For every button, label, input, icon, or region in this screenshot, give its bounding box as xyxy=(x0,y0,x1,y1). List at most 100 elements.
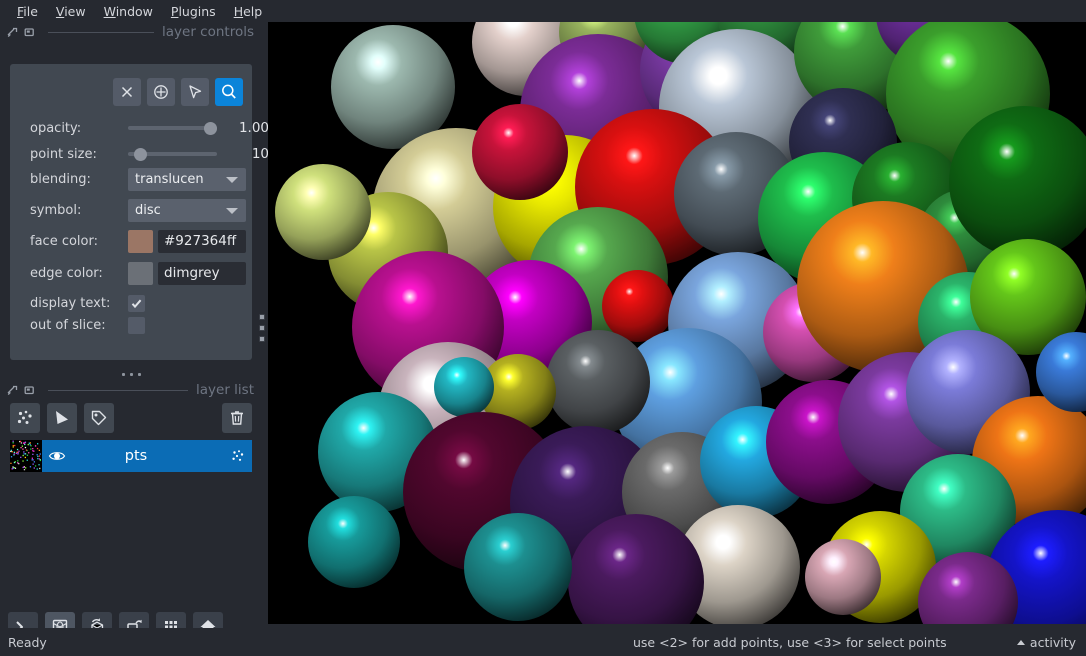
select-points-button[interactable] xyxy=(181,78,209,106)
edge-color-row: edge color: dimgrey xyxy=(30,261,246,285)
splitter-dot xyxy=(259,336,265,342)
pan-zoom-button[interactable] xyxy=(215,78,243,106)
cross-icon xyxy=(121,86,133,98)
eye-icon xyxy=(48,452,66,460)
symbol-combobox[interactable]: disc xyxy=(128,198,246,222)
menu-view-rest: iew xyxy=(64,3,86,19)
canvas-render xyxy=(268,22,1086,624)
menu-help-mnemonic: H xyxy=(233,3,244,19)
menu-help[interactable]: Help xyxy=(225,2,272,21)
activity-button[interactable]: activity xyxy=(1016,635,1076,650)
display-text-row: display text: xyxy=(30,292,242,314)
splitter-dot xyxy=(259,314,265,320)
blending-label: blending: xyxy=(30,171,91,187)
point-size-label: point size: xyxy=(30,146,97,162)
points-icon xyxy=(17,410,32,424)
layer-list-toolbar xyxy=(10,400,252,436)
close-icon[interactable] xyxy=(23,26,36,39)
opacity-value: 1.00 xyxy=(238,120,269,136)
out-of-slice-checkbox[interactable] xyxy=(128,316,145,334)
edge-color-label: edge color: xyxy=(30,265,103,281)
splitter-dot xyxy=(259,325,265,331)
menu-window-rest: indow xyxy=(115,3,153,19)
layer-thumbnail xyxy=(10,440,42,472)
opacity-row: opacity: 1.00 xyxy=(30,117,269,139)
opacity-label: opacity: xyxy=(30,120,82,136)
dock-vertical-splitter[interactable] xyxy=(257,312,267,344)
display-text-label: display text: xyxy=(30,295,111,311)
points-icon xyxy=(232,450,244,461)
chevron-down-icon xyxy=(226,207,238,214)
point-size-slider[interactable] xyxy=(128,146,217,162)
delete-selected-points-button[interactable] xyxy=(113,78,141,106)
point-size-value: 10 xyxy=(251,146,269,162)
float-icon[interactable] xyxy=(6,26,19,39)
points-mode-toolbar xyxy=(113,78,243,106)
layer-controls-titlebar: layer controls xyxy=(0,22,262,42)
cursor-arrow-icon xyxy=(189,85,202,99)
layer-controls-title: layer controls xyxy=(162,24,254,40)
blending-row: blending: translucen xyxy=(30,167,246,191)
point-sphere xyxy=(546,330,650,434)
new-shapes-layer-button[interactable] xyxy=(47,403,77,433)
splitter-dot xyxy=(121,372,125,376)
menu-file[interactable]: File xyxy=(8,2,47,21)
point-sphere xyxy=(472,104,568,200)
face-color-row: face color: #927364ff xyxy=(30,229,246,253)
status-help-text: use <2> for add points, use <3> for sele… xyxy=(633,634,947,650)
layer-name: pts xyxy=(124,448,148,464)
left-dock-area: layer controls opacity: 1.00 point size:… xyxy=(0,22,269,642)
labels-tag-icon xyxy=(91,410,107,426)
menu-view-mnemonic: V xyxy=(55,3,65,19)
point-sphere xyxy=(464,513,572,621)
point-size-slider-handle[interactable] xyxy=(134,148,148,161)
magnifier-icon xyxy=(222,84,236,99)
status-bar: Ready use <2> for add points, use <3> fo… xyxy=(0,628,1086,656)
menu-window[interactable]: Window xyxy=(95,2,162,21)
edge-color-input[interactable]: dimgrey xyxy=(158,261,246,285)
shapes-icon xyxy=(56,411,68,424)
symbol-label: symbol: xyxy=(30,202,82,218)
menu-plugins[interactable]: Plugins xyxy=(162,2,225,21)
float-icon[interactable] xyxy=(6,384,19,397)
opacity-slider-handle[interactable] xyxy=(204,122,217,135)
face-color-swatch[interactable] xyxy=(128,229,153,253)
napari-window: File View Window Plugins Help layer cont… xyxy=(0,0,1086,656)
titlebar-rule xyxy=(48,31,154,33)
spheres-group xyxy=(275,22,1086,624)
titlebar-rule xyxy=(48,389,188,391)
point-sphere xyxy=(434,357,494,417)
menu-view[interactable]: View xyxy=(47,2,95,21)
splitter-dot xyxy=(137,372,141,376)
dock-horizontal-splitter[interactable] xyxy=(10,368,252,380)
blending-value: translucen xyxy=(135,171,204,187)
point-sphere xyxy=(805,539,881,615)
out-of-slice-label: out of slice: xyxy=(30,317,106,333)
delete-layer-button[interactable] xyxy=(222,403,252,433)
new-labels-layer-button[interactable] xyxy=(84,403,114,433)
layer-list-item-pts[interactable]: pts xyxy=(10,440,252,472)
opacity-slider[interactable] xyxy=(128,120,217,136)
menu-bar: File View Window Plugins Help xyxy=(0,0,1086,22)
layer-list-panel: pts xyxy=(10,400,252,600)
layer-controls-panel: opacity: 1.00 point size: 10 blending: t… xyxy=(10,64,269,360)
edge-color-swatch[interactable] xyxy=(128,261,153,285)
trash-icon xyxy=(231,411,243,425)
point-sphere xyxy=(602,270,674,342)
layer-list-title-label: layer list xyxy=(196,382,254,398)
face-color-input[interactable]: #927364ff xyxy=(158,229,246,253)
viewer-canvas[interactable] xyxy=(268,22,1086,624)
point-sphere xyxy=(275,164,371,260)
display-text-checkbox[interactable] xyxy=(128,294,145,312)
add-points-button[interactable] xyxy=(147,78,175,106)
close-icon[interactable] xyxy=(23,384,36,397)
layer-visibility-toggle[interactable] xyxy=(42,447,72,465)
layer-list-titlebar: layer list xyxy=(0,380,262,400)
menu-file-rest: ile xyxy=(23,3,38,19)
menu-help-rest: elp xyxy=(243,3,263,19)
splitter-dot xyxy=(129,372,133,376)
status-message: Ready xyxy=(8,634,47,650)
chevron-down-icon xyxy=(226,176,238,183)
blending-combobox[interactable]: translucen xyxy=(128,167,246,191)
new-points-layer-button[interactable] xyxy=(10,403,40,433)
